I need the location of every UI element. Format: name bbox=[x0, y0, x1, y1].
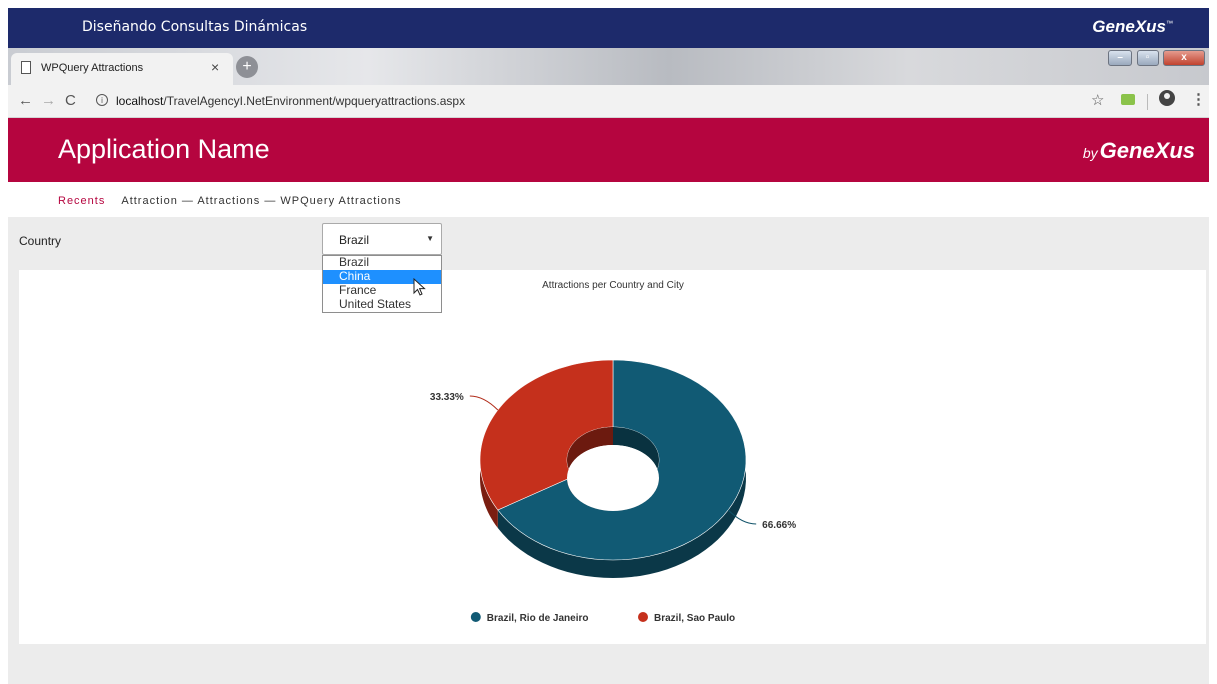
url-text: localhost/TravelAgencyI.NetEnvironment/w… bbox=[116, 94, 465, 108]
mouse-cursor-icon bbox=[413, 278, 426, 296]
toolbar-divider bbox=[1147, 94, 1148, 110]
back-arrow-icon[interactable]: ← bbox=[18, 92, 33, 109]
app-header: Application Name byGeneXus bbox=[8, 118, 1209, 182]
reload-icon[interactable]: C bbox=[65, 92, 76, 109]
profile-icon[interactable] bbox=[1159, 90, 1175, 106]
trademark-mark: ™ bbox=[1166, 20, 1173, 28]
banner-title: Diseñando Consultas Dinámicas bbox=[82, 19, 308, 35]
tab-title: WPQuery Attractions bbox=[41, 62, 144, 74]
address-bar: ← → C i localhost/TravelAgencyI.NetEnvir… bbox=[8, 85, 1209, 118]
screen-frame: Diseñando Consultas Dinámicas GeneXus™ W… bbox=[0, 0, 1217, 684]
bookmark-star-icon[interactable]: ☆ bbox=[1091, 91, 1104, 109]
left-edge bbox=[0, 0, 8, 684]
url-path: /TravelAgencyI.NetEnvironment/wpqueryatt… bbox=[163, 94, 466, 108]
new-tab-button[interactable]: + bbox=[236, 56, 258, 78]
country-label: Country bbox=[19, 234, 62, 248]
data-label: 66.66% bbox=[762, 520, 796, 531]
forward-arrow-icon[interactable]: → bbox=[41, 92, 56, 109]
app-name[interactable]: Application Name bbox=[58, 134, 270, 165]
genexus-brand: GeneXus bbox=[1099, 138, 1195, 163]
chart-title: Attractions per Country and City bbox=[542, 280, 684, 291]
chart-svg: Attractions per Country and City 66.66% 3… bbox=[430, 280, 796, 624]
legend-item[interactable]: Brazil, Rio de Janeiro bbox=[487, 613, 589, 624]
browser-tab[interactable]: WPQuery Attractions × bbox=[11, 53, 233, 85]
url-field[interactable]: i localhost/TravelAgencyI.NetEnvironment… bbox=[90, 89, 1090, 113]
chart-card: Attractions per Country and City 66.66% 3… bbox=[19, 270, 1206, 644]
chart-legend: Brazil, Rio de Janeiro Brazil, Sao Paulo bbox=[470, 612, 735, 624]
recents-link[interactable]: Recents bbox=[58, 195, 105, 207]
extension-icon[interactable] bbox=[1121, 94, 1135, 105]
banner-logo-text: GeneXus bbox=[1092, 17, 1166, 36]
dropdown-option[interactable]: United States bbox=[323, 298, 441, 312]
page-icon bbox=[21, 61, 31, 74]
dropdown-option[interactable]: Brazil bbox=[323, 256, 441, 270]
dropdown-arrow-icon: ▼ bbox=[426, 234, 434, 243]
data-label: 33.33% bbox=[430, 392, 464, 403]
maximize-button[interactable]: ▫ bbox=[1136, 50, 1159, 66]
browser-chrome: WPQuery Attractions × + – ▫ x ← → C i lo… bbox=[8, 48, 1209, 118]
tab-close-icon[interactable]: × bbox=[211, 59, 219, 75]
genexus-banner-logo: GeneXus™ bbox=[1092, 17, 1173, 37]
by-genexus-logo: byGeneXus bbox=[1083, 138, 1195, 164]
web-page: Application Name byGeneXus Recents Attrac… bbox=[8, 118, 1209, 684]
by-word: by bbox=[1082, 145, 1098, 161]
breadcrumb-bar: Recents Attraction — Attractions — WPQuer… bbox=[8, 182, 1209, 217]
info-icon[interactable]: i bbox=[96, 94, 108, 106]
legend-marker bbox=[470, 612, 481, 622]
donut-chart: 66.66% 33.33% bbox=[430, 359, 796, 578]
url-host: localhost bbox=[116, 94, 164, 108]
minimize-button[interactable]: – bbox=[1108, 50, 1133, 66]
tab-strip: WPQuery Attractions × + – ▫ x bbox=[8, 48, 1209, 85]
breadcrumb-path[interactable]: Attraction — Attractions — WPQuery Attra… bbox=[121, 195, 401, 207]
legend-item[interactable]: Brazil, Sao Paulo bbox=[654, 613, 735, 624]
breadcrumb: Recents Attraction — Attractions — WPQuer… bbox=[58, 195, 402, 207]
browser-menu-icon[interactable]: ⋮ bbox=[1191, 90, 1206, 108]
legend-marker bbox=[638, 612, 648, 622]
data-label-leader bbox=[469, 395, 499, 411]
video-title-banner: Diseñando Consultas Dinámicas GeneXus™ bbox=[8, 8, 1209, 48]
country-select-value: Brazil bbox=[339, 233, 370, 247]
window-close-button[interactable]: x bbox=[1163, 50, 1205, 66]
donut-hole bbox=[567, 445, 659, 511]
window-controls: – ▫ x bbox=[1108, 50, 1205, 68]
country-select[interactable]: Brazil ▼ bbox=[322, 223, 442, 255]
